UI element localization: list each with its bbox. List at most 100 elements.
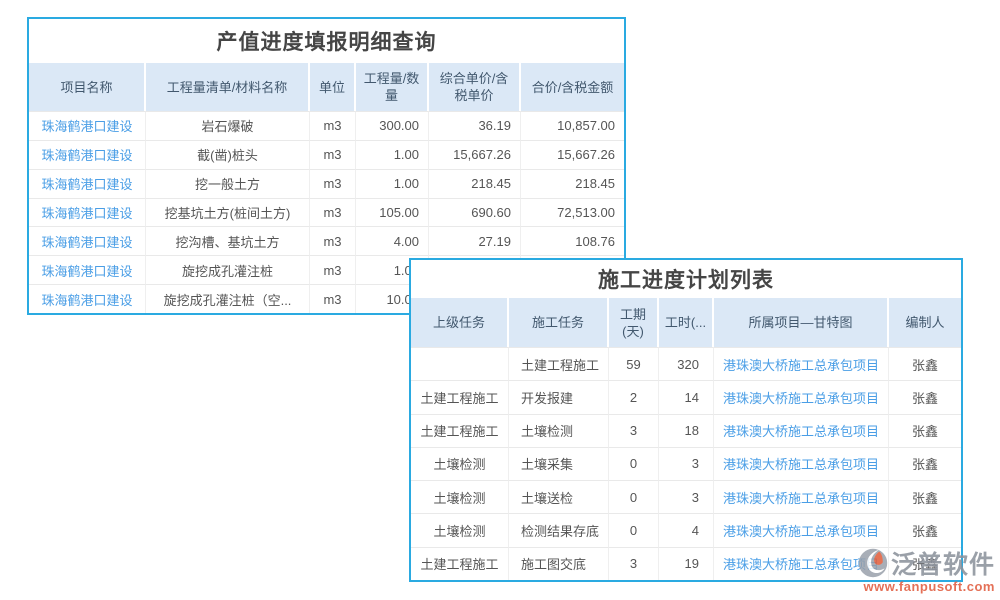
window2-header-row: 上级任务施工任务工期(天)工时(...所属项目—甘特图编制人 [411, 298, 961, 347]
table-cell: 218.45 [521, 169, 624, 198]
table-row: 土建工程施工开发报建214港珠澳大桥施工总承包项目张鑫 [411, 380, 961, 413]
window1-column-header: 单位 [310, 63, 356, 111]
table-cell: m3 [310, 198, 356, 227]
table-cell: 15,667.26 [521, 140, 624, 169]
project-link[interactable]: 珠海鹤港口建设 [29, 198, 146, 227]
table-cell: 旋挖成孔灌注桩 [146, 255, 310, 284]
window1-title-bar: 产值进度填报明细查询 [29, 19, 624, 63]
table-cell: 检测结果存底 [509, 513, 609, 546]
construction-schedule-window: 施工进度计划列表 上级任务施工任务工期(天)工时(...所属项目—甘特图编制人 … [409, 258, 963, 582]
table-cell: 土壤检测 [411, 513, 509, 546]
project-link[interactable]: 港珠澳大桥施工总承包项目 [714, 414, 889, 447]
table-cell: m3 [310, 255, 356, 284]
table-cell: 挖一般土方 [146, 169, 310, 198]
table-cell: 4.00 [356, 226, 429, 255]
table-cell: 张鑫 [889, 447, 961, 480]
table-cell: 挖基坑土方(桩间土方) [146, 198, 310, 227]
fanpu-logo-icon [857, 547, 889, 579]
table-cell: 2 [609, 380, 659, 413]
table-cell: 218.45 [429, 169, 521, 198]
window2-column-header: 上级任务 [411, 298, 509, 347]
table-cell: 105.00 [356, 198, 429, 227]
table-cell: 14 [659, 380, 714, 413]
project-link[interactable]: 港珠澳大桥施工总承包项目 [714, 513, 889, 546]
table-cell: 土壤检测 [509, 414, 609, 447]
window2-title-bar: 施工进度计划列表 [411, 260, 961, 298]
table-cell: 72,513.00 [521, 198, 624, 227]
table-cell: 截(凿)桩头 [146, 140, 310, 169]
table-cell: 开发报建 [509, 380, 609, 413]
table-row: 珠海鹤港口建设挖一般土方m31.00218.45218.45 [29, 169, 624, 198]
project-link[interactable]: 珠海鹤港口建设 [29, 140, 146, 169]
table-row: 土建工程施工59320港珠澳大桥施工总承包项目张鑫 [411, 347, 961, 380]
window2-title: 施工进度计划列表 [598, 264, 774, 294]
window1-column-header: 合价/含税金额 [521, 63, 624, 111]
window2-column-header: 工时(... [659, 298, 714, 347]
table-cell: 土建工程施工 [411, 414, 509, 447]
table-row: 土壤检测土壤送检03港珠澳大桥施工总承包项目张鑫 [411, 480, 961, 513]
table-cell: 施工图交底 [509, 547, 609, 580]
table-cell: m3 [310, 140, 356, 169]
window1-column-header: 综合单价/含税单价 [429, 63, 521, 111]
table-cell: 19 [659, 547, 714, 580]
window2-column-header: 施工任务 [509, 298, 609, 347]
project-link[interactable]: 港珠澳大桥施工总承包项目 [714, 347, 889, 380]
table-row: 珠海鹤港口建设截(凿)桩头m31.0015,667.2615,667.26 [29, 140, 624, 169]
brand-name: 泛普软件 [891, 545, 995, 581]
table-cell: m3 [310, 111, 356, 140]
table-cell: 张鑫 [889, 380, 961, 413]
table-cell: 4 [659, 513, 714, 546]
table-cell [411, 347, 509, 380]
table-cell: 土壤检测 [411, 480, 509, 513]
table-cell: 土壤采集 [509, 447, 609, 480]
table-cell: 旋挖成孔灌注桩（空... [146, 284, 310, 313]
table-cell: 岩石爆破 [146, 111, 310, 140]
table-cell: 3 [659, 480, 714, 513]
window1-header-row: 项目名称工程量清单/材料名称单位工程量/数量综合单价/含税单价合价/含税金额 [29, 63, 624, 111]
table-cell: 690.60 [429, 198, 521, 227]
project-link[interactable]: 港珠澳大桥施工总承包项目 [714, 447, 889, 480]
fanpu-watermark: 泛普软件 www.fanpusoft.com [850, 545, 995, 594]
window1-title: 产值进度填报明细查询 [217, 26, 437, 56]
table-cell: 土壤送检 [509, 480, 609, 513]
table-cell: 土建工程施工 [411, 380, 509, 413]
project-link[interactable]: 珠海鹤港口建设 [29, 255, 146, 284]
table-cell: 27.19 [429, 226, 521, 255]
window1-column-header: 项目名称 [29, 63, 146, 111]
table-cell: 15,667.26 [429, 140, 521, 169]
project-link[interactable]: 珠海鹤港口建设 [29, 226, 146, 255]
table-row: 土壤检测土壤采集03港珠澳大桥施工总承包项目张鑫 [411, 447, 961, 480]
table-cell: 300.00 [356, 111, 429, 140]
table-cell: 0 [609, 480, 659, 513]
project-link[interactable]: 珠海鹤港口建设 [29, 284, 146, 313]
table-row: 珠海鹤港口建设挖沟槽、基坑土方m34.0027.19108.76 [29, 226, 624, 255]
window1-column-header: 工程量清单/材料名称 [146, 63, 310, 111]
table-cell: 张鑫 [889, 513, 961, 546]
window2-column-header: 所属项目—甘特图 [714, 298, 889, 347]
project-link[interactable]: 珠海鹤港口建设 [29, 111, 146, 140]
window2-column-header: 编制人 [889, 298, 961, 347]
table-cell: 320 [659, 347, 714, 380]
project-link[interactable]: 港珠澳大桥施工总承包项目 [714, 480, 889, 513]
table-cell: 10,857.00 [521, 111, 624, 140]
table-cell: 0 [609, 513, 659, 546]
table-cell: 108.76 [521, 226, 624, 255]
project-link[interactable]: 港珠澳大桥施工总承包项目 [714, 380, 889, 413]
table-cell: 张鑫 [889, 347, 961, 380]
table-cell: 3 [609, 414, 659, 447]
table-row: 珠海鹤港口建设挖基坑土方(桩间土方)m3105.00690.6072,513.0… [29, 198, 624, 227]
table-cell: 土建工程施工 [411, 547, 509, 580]
table-cell: 1.00 [356, 169, 429, 198]
project-link[interactable]: 珠海鹤港口建设 [29, 169, 146, 198]
table-cell: 土壤检测 [411, 447, 509, 480]
table-cell: 土建工程施工 [509, 347, 609, 380]
table-cell: 3 [659, 447, 714, 480]
table-cell: m3 [310, 226, 356, 255]
table-cell: 1.00 [356, 140, 429, 169]
table-cell: 3 [609, 547, 659, 580]
table-cell: 张鑫 [889, 414, 961, 447]
table-row: 珠海鹤港口建设岩石爆破m3300.0036.1910,857.00 [29, 111, 624, 140]
window1-column-header: 工程量/数量 [356, 63, 429, 111]
table-cell: m3 [310, 169, 356, 198]
table-cell: 挖沟槽、基坑土方 [146, 226, 310, 255]
